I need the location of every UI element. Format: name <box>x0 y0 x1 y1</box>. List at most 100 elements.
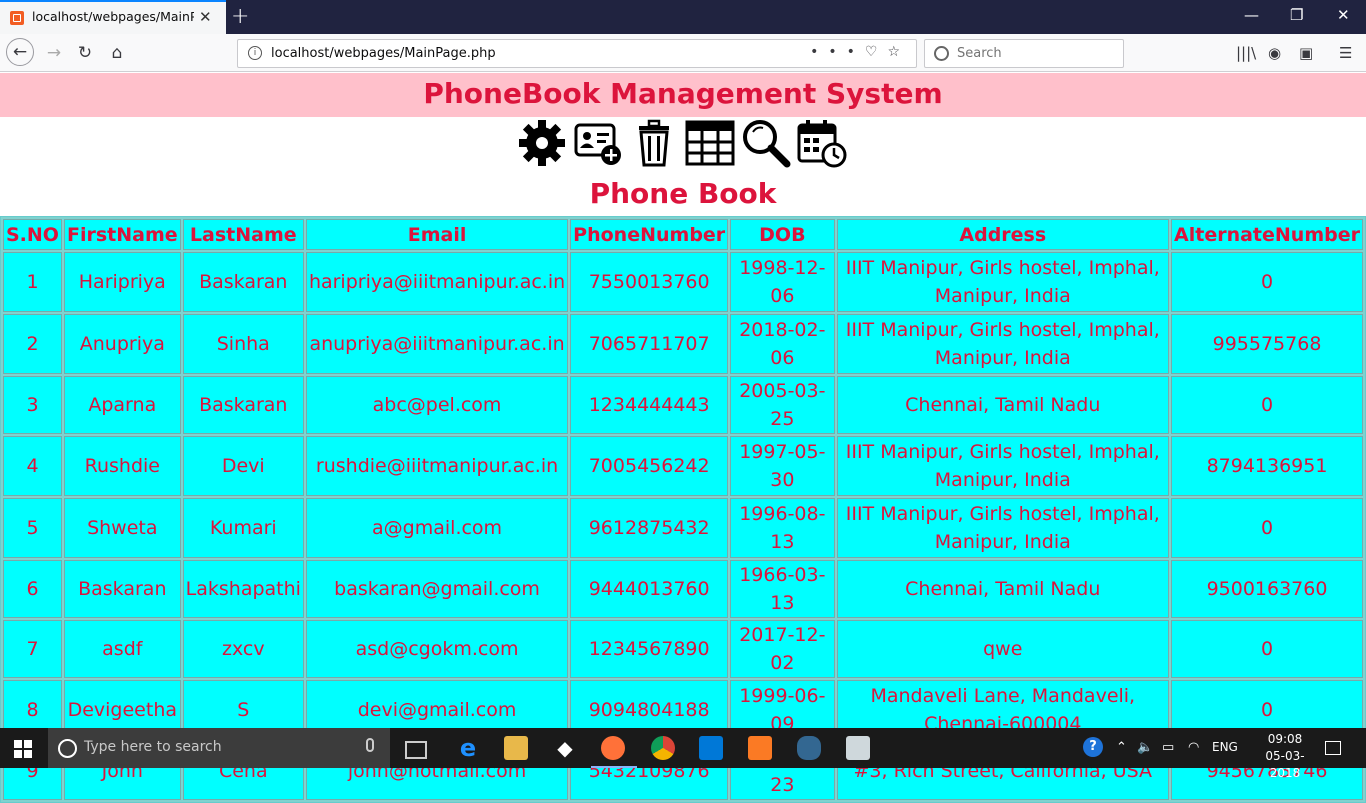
cell-address: Chennai, Tamil Nadu <box>836 560 1170 618</box>
system-clock[interactable]: 09:08 05-03-2018 <box>1255 731 1315 782</box>
sidebar-icon[interactable]: ▣ <box>1299 44 1313 62</box>
cell-address: Chennai, Tamil Nadu <box>836 376 1170 434</box>
cell-lastname: Lakshapathi <box>182 560 304 618</box>
notifications-icon[interactable] <box>1325 741 1341 755</box>
cell-phone: 1234444443 <box>570 376 729 434</box>
file-explorer-icon[interactable] <box>504 736 528 760</box>
column-header: Email <box>305 219 569 250</box>
cell-phone: 9444013760 <box>570 560 729 618</box>
cell-firstname: Anupriya <box>63 314 181 374</box>
xampp-icon[interactable] <box>748 736 772 760</box>
magnifier-icon[interactable] <box>741 118 791 168</box>
cell-dob: 2005-03-25 <box>730 376 835 434</box>
xampp-favicon-icon <box>10 11 24 25</box>
postgresql-icon[interactable] <box>797 736 821 760</box>
store-icon[interactable] <box>699 736 723 760</box>
close-window-button[interactable]: ✕ <box>1337 6 1350 24</box>
cell-dob: 1996-08-13 <box>730 498 835 558</box>
column-header: AlternateNumber <box>1171 219 1363 250</box>
cell-address: IIIT Manipur, Girls hostel, Imphal, Mani… <box>836 314 1170 374</box>
battery-icon[interactable]: ▭ <box>1162 740 1174 755</box>
table-grid-icon[interactable] <box>685 118 735 168</box>
cell-address: IIIT Manipur, Girls hostel, Imphal, Mani… <box>836 436 1170 496</box>
cell-alternate: 0 <box>1171 252 1363 312</box>
browser-tab-strip: localhost/webpages/MainPage.php ✕ + — ❐ … <box>0 0 1366 34</box>
cell-email: rushdie@iiitmanipur.ac.in <box>305 436 569 496</box>
gear-icon[interactable] <box>517 118 567 168</box>
table-row: 4 Rushdie Devi rushdie@iiitmanipur.ac.in… <box>3 436 1363 496</box>
cell-alternate: 995575768 <box>1171 314 1363 374</box>
clock-date: 05-03-2018 <box>1265 749 1305 780</box>
cell-dob: 2017-12-02 <box>730 620 835 678</box>
forward-button[interactable]: → <box>42 41 66 65</box>
browser-nav-bar: ← → ↻ ⌂ i localhost/webpages/MainPage.ph… <box>0 34 1366 72</box>
cell-email: a@gmail.com <box>305 498 569 558</box>
cell-lastname: Kumari <box>182 498 304 558</box>
column-header: PhoneNumber <box>570 219 729 250</box>
photos-icon[interactable] <box>846 736 870 760</box>
back-button[interactable]: ← <box>6 38 34 66</box>
edge-icon[interactable]: e <box>456 736 480 760</box>
cell-sno: 5 <box>3 498 62 558</box>
cell-lastname: Devi <box>182 436 304 496</box>
taskbar-search-box[interactable]: Type here to search <box>48 728 390 768</box>
site-title: PhoneBook Management System <box>423 77 943 110</box>
bookmark-star-icon: ☆ <box>887 44 910 60</box>
close-tab-icon[interactable]: ✕ <box>199 8 212 26</box>
cell-alternate: 9500163760 <box>1171 560 1363 618</box>
table-row: 2 Anupriya Sinha anupriya@iiitmanipur.ac… <box>3 314 1363 374</box>
cell-email: anupriya@iiitmanipur.ac.in <box>305 314 569 374</box>
column-header: LastName <box>182 219 304 250</box>
volume-icon[interactable]: 🔈 <box>1137 740 1153 755</box>
site-info-icon[interactable]: i <box>248 46 262 60</box>
calendar-clock-icon[interactable] <box>797 118 847 168</box>
address-bar[interactable]: i localhost/webpages/MainPage.php •••♡☆ <box>237 39 917 68</box>
windows-start-icon[interactable] <box>14 740 32 758</box>
cell-address: IIIT Manipur, Girls hostel, Imphal, Mani… <box>836 498 1170 558</box>
new-tab-button[interactable]: + <box>231 4 249 29</box>
browser-tab[interactable]: localhost/webpages/MainPage.php ✕ <box>0 0 226 34</box>
table-row: 6 Baskaran Lakshapathi baskaran@gmail.co… <box>3 560 1363 618</box>
shield-icon[interactable]: ◉ <box>1268 44 1281 62</box>
browser-search-box[interactable]: Search <box>924 39 1124 68</box>
windows-taskbar: Type here to search e ◆ ? ⌃ 🔈 ▭ ◠ ENG 09… <box>0 728 1366 780</box>
wifi-icon[interactable]: ◠ <box>1188 740 1199 755</box>
cell-address: qwe <box>836 620 1170 678</box>
url-text[interactable]: localhost/webpages/MainPage.php <box>271 46 496 61</box>
library-icon[interactable]: |||\ <box>1236 44 1256 62</box>
cell-sno: 6 <box>3 560 62 618</box>
cell-phone: 7005456242 <box>570 436 729 496</box>
cell-dob: 1997-05-30 <box>730 436 835 496</box>
cortana-icon <box>58 739 77 758</box>
task-view-icon[interactable] <box>405 741 427 759</box>
cell-sno: 4 <box>3 436 62 496</box>
page-content: PhoneBook Management System Phone Book S… <box>0 73 1366 803</box>
page-actions[interactable]: •••♡☆ <box>810 44 910 60</box>
cell-alternate: 0 <box>1171 620 1363 678</box>
help-icon[interactable]: ? <box>1083 737 1103 757</box>
chrome-icon[interactable] <box>651 736 675 760</box>
chevron-up-icon[interactable]: ⌃ <box>1116 740 1127 755</box>
cell-lastname: Baskaran <box>182 252 304 312</box>
firefox-icon[interactable] <box>601 736 625 760</box>
more-actions-icon: ••• <box>810 44 865 60</box>
trash-icon[interactable] <box>629 118 679 168</box>
minimize-window-button[interactable]: — <box>1244 6 1259 24</box>
dropbox-icon[interactable]: ◆ <box>553 736 577 760</box>
restore-window-button[interactable]: ❐ <box>1290 6 1303 24</box>
cell-sno: 1 <box>3 252 62 312</box>
language-indicator[interactable]: ENG <box>1212 740 1238 754</box>
microphone-icon[interactable] <box>366 738 374 752</box>
reload-button[interactable]: ↻ <box>73 41 97 65</box>
home-button[interactable]: ⌂ <box>105 41 129 65</box>
add-contact-icon[interactable] <box>573 118 623 168</box>
cell-firstname: Haripriya <box>63 252 181 312</box>
cell-firstname: Baskaran <box>63 560 181 618</box>
cell-sno: 2 <box>3 314 62 374</box>
cell-firstname: Shweta <box>63 498 181 558</box>
cell-sno: 7 <box>3 620 62 678</box>
column-header: Address <box>836 219 1170 250</box>
menu-icon[interactable]: ☰ <box>1339 44 1352 62</box>
pocket-icon: ♡ <box>864 44 888 60</box>
table-row: 1 Haripriya Baskaran haripriya@iiitmanip… <box>3 252 1363 312</box>
